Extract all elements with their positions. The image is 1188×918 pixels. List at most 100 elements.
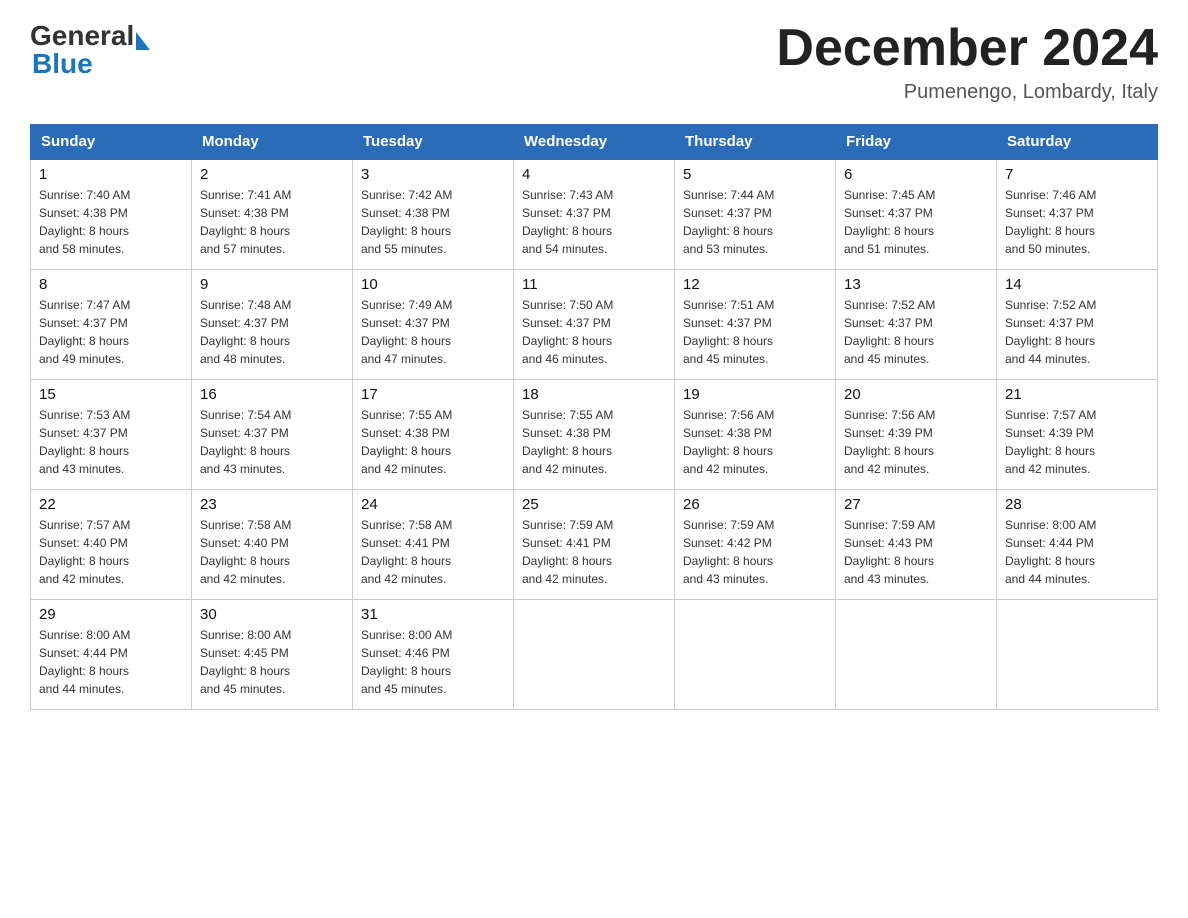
calendar-cell: 30 Sunrise: 8:00 AMSunset: 4:45 PMDayligh… [192,599,353,709]
day-number: 24 [361,496,505,513]
calendar-week-row: 1Sunrise: 7:40 AMSunset: 4:38 PMDaylight… [31,159,1158,269]
calendar-cell: 22 Sunrise: 7:57 AMSunset: 4:40 PMDayligh… [31,489,192,599]
calendar-week-row: 22 Sunrise: 7:57 AMSunset: 4:40 PMDayligh… [31,489,1158,599]
day-info: Sunrise: 7:49 AMSunset: 4:37 PMDaylight:… [361,296,505,368]
day-info: Sunrise: 7:59 AMSunset: 4:42 PMDaylight:… [683,516,827,588]
calendar-cell [997,599,1158,709]
day-info: Sunrise: 7:40 AMSunset: 4:38 PMDaylight:… [39,186,183,258]
day-info: Sunrise: 7:52 AMSunset: 4:37 PMDaylight:… [844,296,988,368]
day-number: 14 [1005,276,1149,293]
calendar-cell: 28 Sunrise: 8:00 AMSunset: 4:44 PMDayligh… [997,489,1158,599]
calendar-cell: 5 Sunrise: 7:44 AMSunset: 4:37 PMDaylight… [675,159,836,269]
day-number: 11 [522,276,666,293]
day-number: 19 [683,386,827,403]
calendar-cell: 14Sunrise: 7:52 AMSunset: 4:37 PMDayligh… [997,269,1158,379]
day-number: 15 [39,386,183,403]
calendar-cell: 3 Sunrise: 7:42 AMSunset: 4:38 PMDaylight… [353,159,514,269]
logo: General Blue [30,20,150,80]
day-header-monday: Monday [192,125,353,160]
calendar-cell: 6 Sunrise: 7:45 AMSunset: 4:37 PMDaylight… [836,159,997,269]
calendar-cell: 26Sunrise: 7:59 AMSunset: 4:42 PMDayligh… [675,489,836,599]
calendar-cell: 8 Sunrise: 7:47 AMSunset: 4:37 PMDaylight… [31,269,192,379]
calendar-week-row: 15Sunrise: 7:53 AMSunset: 4:37 PMDayligh… [31,379,1158,489]
calendar-cell: 27Sunrise: 7:59 AMSunset: 4:43 PMDayligh… [836,489,997,599]
day-info: Sunrise: 7:44 AMSunset: 4:37 PMDaylight:… [683,186,827,258]
calendar-cell: 16 Sunrise: 7:54 AMSunset: 4:37 PMDayligh… [192,379,353,489]
day-number: 13 [844,276,988,293]
day-info: Sunrise: 7:58 AMSunset: 4:41 PMDaylight:… [361,516,505,588]
day-number: 22 [39,496,183,513]
day-info: Sunrise: 7:43 AMSunset: 4:37 PMDaylight:… [522,186,666,258]
day-number: 30 [200,606,344,623]
day-info: Sunrise: 7:55 AMSunset: 4:38 PMDaylight:… [522,406,666,478]
calendar-cell [836,599,997,709]
day-info: Sunrise: 8:00 AMSunset: 4:46 PMDaylight:… [361,626,505,698]
day-info: Sunrise: 8:00 AMSunset: 4:44 PMDaylight:… [1005,516,1149,588]
day-number: 16 [200,386,344,403]
day-info: Sunrise: 7:59 AMSunset: 4:41 PMDaylight:… [522,516,666,588]
day-info: Sunrise: 8:00 AMSunset: 4:45 PMDaylight:… [200,626,344,698]
day-number: 23 [200,496,344,513]
day-info: Sunrise: 7:56 AMSunset: 4:39 PMDaylight:… [844,406,988,478]
day-number: 10 [361,276,505,293]
day-header-friday: Friday [836,125,997,160]
calendar-cell: 29 Sunrise: 8:00 AMSunset: 4:44 PMDayligh… [31,599,192,709]
day-info: Sunrise: 7:58 AMSunset: 4:40 PMDaylight:… [200,516,344,588]
day-header-sunday: Sunday [31,125,192,160]
day-number: 5 [683,166,827,183]
calendar-table: SundayMondayTuesdayWednesdayThursdayFrid… [30,124,1158,710]
day-number: 28 [1005,496,1149,513]
calendar-cell: 23 Sunrise: 7:58 AMSunset: 4:40 PMDayligh… [192,489,353,599]
day-info: Sunrise: 7:47 AMSunset: 4:37 PMDaylight:… [39,296,183,368]
day-number: 4 [522,166,666,183]
day-number: 31 [361,606,505,623]
day-info: Sunrise: 7:46 AMSunset: 4:37 PMDaylight:… [1005,186,1149,258]
calendar-cell [675,599,836,709]
calendar-cell: 15Sunrise: 7:53 AMSunset: 4:37 PMDayligh… [31,379,192,489]
day-number: 6 [844,166,988,183]
day-info: Sunrise: 7:57 AMSunset: 4:39 PMDaylight:… [1005,406,1149,478]
title-block: December 2024 Pumenengo, Lombardy, Italy [776,20,1158,104]
calendar-cell: 21 Sunrise: 7:57 AMSunset: 4:39 PMDayligh… [997,379,1158,489]
day-info: Sunrise: 7:41 AMSunset: 4:38 PMDaylight:… [200,186,344,258]
day-number: 7 [1005,166,1149,183]
day-info: Sunrise: 7:48 AMSunset: 4:37 PMDaylight:… [200,296,344,368]
day-number: 25 [522,496,666,513]
day-info: Sunrise: 7:45 AMSunset: 4:37 PMDaylight:… [844,186,988,258]
calendar-cell: 12Sunrise: 7:51 AMSunset: 4:37 PMDayligh… [675,269,836,379]
calendar-cell: 2 Sunrise: 7:41 AMSunset: 4:38 PMDaylight… [192,159,353,269]
day-info: Sunrise: 7:57 AMSunset: 4:40 PMDaylight:… [39,516,183,588]
logo-blue-text: Blue [32,48,93,80]
calendar-cell: 7 Sunrise: 7:46 AMSunset: 4:37 PMDaylight… [997,159,1158,269]
month-title: December 2024 [776,20,1158,77]
day-info: Sunrise: 7:51 AMSunset: 4:37 PMDaylight:… [683,296,827,368]
calendar-cell: 19 Sunrise: 7:56 AMSunset: 4:38 PMDayligh… [675,379,836,489]
calendar-cell: 18 Sunrise: 7:55 AMSunset: 4:38 PMDayligh… [514,379,675,489]
location-label: Pumenengo, Lombardy, Italy [776,81,1158,104]
day-info: Sunrise: 8:00 AMSunset: 4:44 PMDaylight:… [39,626,183,698]
day-number: 3 [361,166,505,183]
day-header-thursday: Thursday [675,125,836,160]
day-info: Sunrise: 7:54 AMSunset: 4:37 PMDaylight:… [200,406,344,478]
calendar-cell: 11 Sunrise: 7:50 AMSunset: 4:37 PMDayligh… [514,269,675,379]
day-number: 2 [200,166,344,183]
day-info: Sunrise: 7:56 AMSunset: 4:38 PMDaylight:… [683,406,827,478]
calendar-week-row: 29 Sunrise: 8:00 AMSunset: 4:44 PMDayligh… [31,599,1158,709]
calendar-cell: 17Sunrise: 7:55 AMSunset: 4:38 PMDayligh… [353,379,514,489]
day-number: 18 [522,386,666,403]
calendar-cell: 25 Sunrise: 7:59 AMSunset: 4:41 PMDayligh… [514,489,675,599]
day-info: Sunrise: 7:42 AMSunset: 4:38 PMDaylight:… [361,186,505,258]
page-header: General Blue December 2024 Pumenengo, Lo… [30,20,1158,104]
calendar-week-row: 8 Sunrise: 7:47 AMSunset: 4:37 PMDaylight… [31,269,1158,379]
calendar-cell: 24 Sunrise: 7:58 AMSunset: 4:41 PMDayligh… [353,489,514,599]
day-number: 21 [1005,386,1149,403]
day-header-wednesday: Wednesday [514,125,675,160]
calendar-cell: 9 Sunrise: 7:48 AMSunset: 4:37 PMDaylight… [192,269,353,379]
day-number: 8 [39,276,183,293]
day-number: 17 [361,386,505,403]
calendar-cell: 13 Sunrise: 7:52 AMSunset: 4:37 PMDayligh… [836,269,997,379]
day-info: Sunrise: 7:59 AMSunset: 4:43 PMDaylight:… [844,516,988,588]
day-info: Sunrise: 7:50 AMSunset: 4:37 PMDaylight:… [522,296,666,368]
day-number: 9 [200,276,344,293]
day-number: 29 [39,606,183,623]
